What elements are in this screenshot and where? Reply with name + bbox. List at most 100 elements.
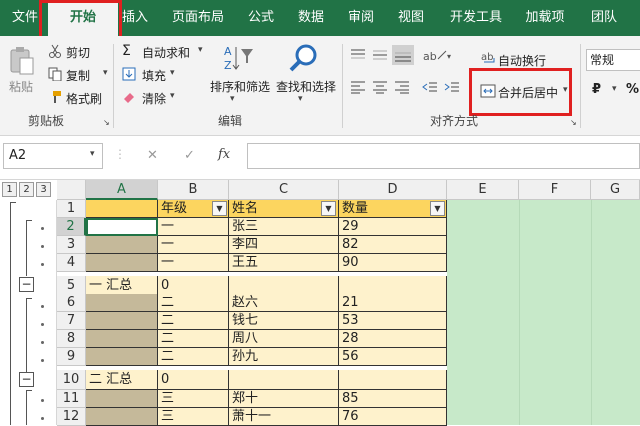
score-cell[interactable]: 82 <box>339 236 447 254</box>
cell-a[interactable] <box>86 330 158 348</box>
column-header-c[interactable]: C <box>229 180 339 200</box>
tab-insert[interactable]: 插入 <box>120 0 150 36</box>
cell-a[interactable] <box>86 312 158 330</box>
tab-team[interactable]: 团队 <box>584 0 624 36</box>
name-cell[interactable]: 孙九 <box>229 348 339 366</box>
score-cell[interactable]: 21 <box>339 294 447 312</box>
name-cell[interactable]: 赵六 <box>229 294 339 312</box>
name-cell[interactable] <box>229 276 339 296</box>
format-painter-button[interactable]: 格式刷 <box>66 90 102 107</box>
name-cell[interactable]: 李四 <box>229 236 339 254</box>
outline-level-1-button[interactable]: 1 <box>2 182 17 197</box>
clear-button[interactable]: 清除 <box>142 90 166 107</box>
copy-dropdown-icon[interactable]: ▾ <box>103 68 108 78</box>
score-cell[interactable] <box>339 276 447 296</box>
wrap-text-button[interactable]: 自动换行 <box>498 52 546 69</box>
score-cell[interactable]: 85 <box>339 390 447 408</box>
align-bottom-icon[interactable] <box>392 45 414 65</box>
grade-cell[interactable]: 一 <box>158 218 229 236</box>
paste-button[interactable]: 粘贴 <box>9 78 33 95</box>
autosum-dropdown-icon[interactable]: ▾ <box>198 45 203 55</box>
alignment-launcher-icon[interactable]: ↘ <box>570 118 577 127</box>
row-header-1[interactable]: 1 <box>57 200 86 218</box>
column-header-f[interactable]: F <box>519 180 591 200</box>
filter-dropdown-icon[interactable]: ▼ <box>212 201 227 216</box>
outline-level-3-button[interactable]: 3 <box>36 182 51 197</box>
align-right-icon[interactable] <box>394 80 410 97</box>
score-cell[interactable] <box>339 370 447 390</box>
insert-function-icon[interactable]: fx <box>218 147 230 162</box>
decrease-indent-icon[interactable] <box>422 80 438 97</box>
sheet-outside-area[interactable] <box>447 200 640 425</box>
row-header[interactable]: 4 <box>57 254 86 272</box>
tab-view[interactable]: 视图 <box>390 0 432 36</box>
grade-cell[interactable]: 三 <box>158 390 229 408</box>
row-header[interactable]: 11 <box>57 390 86 408</box>
autosum-button[interactable]: 自动求和 <box>142 44 190 61</box>
row-header[interactable]: 2 <box>57 218 86 236</box>
fill-dropdown-icon[interactable]: ▾ <box>170 68 175 78</box>
enter-icon[interactable]: ✓ <box>184 148 195 163</box>
score-cell[interactable]: 56 <box>339 348 447 366</box>
cell-a1[interactable] <box>86 200 158 218</box>
currency-dropdown-icon[interactable]: ▾ <box>612 84 617 94</box>
sort-filter-dropdown-icon[interactable]: ▾ <box>230 94 235 104</box>
tab-review[interactable]: 审阅 <box>340 0 382 36</box>
align-middle-icon[interactable] <box>372 48 388 65</box>
row-header[interactable]: 7 <box>57 312 86 330</box>
score-cell[interactable]: 53 <box>339 312 447 330</box>
row-header[interactable]: 12 <box>57 408 86 426</box>
sort-filter-button[interactable]: 排序和筛选 <box>210 78 270 95</box>
score-cell[interactable]: 90 <box>339 254 447 272</box>
grade-cell[interactable]: 二 <box>158 294 229 312</box>
name-cell[interactable]: 周八 <box>229 330 339 348</box>
row-header[interactable]: 8 <box>57 330 86 348</box>
cell-a[interactable] <box>86 236 158 254</box>
summary-label-cell[interactable]: 二 汇总 <box>86 370 158 390</box>
cell-a[interactable] <box>86 348 158 366</box>
column-header-g[interactable]: G <box>591 180 640 200</box>
grade-cell[interactable]: 一 <box>158 236 229 254</box>
row-header[interactable]: 9 <box>57 348 86 366</box>
grade-cell[interactable]: 0 <box>158 370 229 390</box>
grade-cell[interactable]: 二 <box>158 330 229 348</box>
name-cell[interactable]: 王五 <box>229 254 339 272</box>
summary-label-cell[interactable]: 一 汇总 <box>86 276 158 296</box>
copy-button[interactable]: 复制 <box>66 67 90 84</box>
score-cell[interactable]: 28 <box>339 330 447 348</box>
grade-cell[interactable]: 二 <box>158 312 229 330</box>
name-cell[interactable]: 萧十一 <box>229 408 339 426</box>
number-format-select[interactable]: 常规 <box>586 49 640 71</box>
column-header-b[interactable]: B <box>158 180 229 200</box>
row-header[interactable]: 6 <box>57 294 86 312</box>
find-select-dropdown-icon[interactable]: ▾ <box>298 94 303 104</box>
name-box[interactable]: A2 <box>3 143 103 169</box>
cell-a[interactable] <box>86 390 158 408</box>
tab-addins[interactable]: 加载项 <box>520 0 570 36</box>
cell-a[interactable] <box>86 218 158 236</box>
find-select-button[interactable]: 查找和选择 <box>276 78 336 95</box>
currency-format-icon[interactable]: ₽ <box>592 82 601 97</box>
cut-button[interactable]: 剪切 <box>66 44 90 61</box>
filter-dropdown-icon[interactable]: ▼ <box>321 201 336 216</box>
row-header[interactable]: 3 <box>57 236 86 254</box>
score-cell[interactable]: 29 <box>339 218 447 236</box>
column-header-a[interactable]: A <box>86 180 158 200</box>
name-cell[interactable]: 张三 <box>229 218 339 236</box>
cancel-icon[interactable]: ✕ <box>147 148 158 163</box>
tab-developer[interactable]: 开发工具 <box>444 0 508 36</box>
tab-data[interactable]: 数据 <box>290 0 332 36</box>
outline-level-2-button[interactable]: 2 <box>19 182 34 197</box>
cell-a[interactable] <box>86 294 158 312</box>
grade-cell[interactable]: 0 <box>158 276 229 296</box>
column-header-e[interactable]: E <box>447 180 519 200</box>
name-box-dropdown-icon[interactable]: ▾ <box>90 149 95 159</box>
name-cell[interactable] <box>229 370 339 390</box>
cell-a[interactable] <box>86 408 158 426</box>
orientation-icon[interactable]: ab ▾ <box>422 47 452 66</box>
grade-cell[interactable]: 三 <box>158 408 229 426</box>
percent-format-icon[interactable]: % <box>626 82 639 97</box>
fill-button[interactable]: 填充 <box>142 67 166 84</box>
row-header[interactable]: 10 <box>57 370 86 390</box>
name-cell[interactable]: 郑十 <box>229 390 339 408</box>
